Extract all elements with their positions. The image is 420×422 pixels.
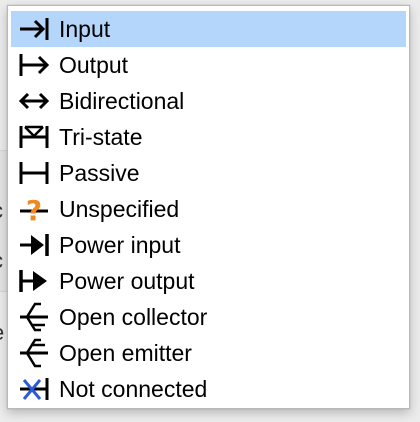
bidirectional-pin-icon [17, 84, 51, 118]
menu-item-output[interactable]: Output [11, 47, 406, 83]
passive-pin-icon [17, 156, 51, 190]
not-connected-pin-icon [17, 372, 51, 406]
menu-item-label: Bidirectional [59, 87, 185, 114]
menu-item-label: Open emitter [59, 339, 192, 366]
power-input-pin-icon [17, 228, 51, 262]
menu-item-label: Input [59, 15, 111, 42]
menu-item-label: Not connected [59, 375, 208, 402]
background-text-fragment: c [0, 250, 3, 272]
menu-item-open-collector[interactable]: Open collector [11, 299, 406, 335]
menu-item-label: Open collector [59, 303, 208, 330]
output-pin-icon [17, 48, 51, 82]
input-pin-icon [17, 12, 51, 46]
menu-item-tri-state[interactable]: Tri-state [11, 119, 406, 155]
open-emitter-pin-icon [17, 336, 51, 370]
open-collector-pin-icon [17, 300, 51, 334]
power-output-pin-icon [17, 264, 51, 298]
unspecified-pin-icon: ? [17, 192, 51, 226]
menu-item-label: Power output [59, 267, 195, 294]
menu-item-power-input[interactable]: Power input [11, 227, 406, 263]
menu-item-unspecified[interactable]: ? Unspecified [11, 191, 406, 227]
menu-item-not-connected[interactable]: Not connected [11, 371, 406, 407]
tristate-pin-icon [17, 120, 51, 154]
svg-text:?: ? [26, 194, 42, 226]
menu-item-label: Power input [59, 231, 181, 258]
menu-item-open-emitter[interactable]: Open emitter [11, 335, 406, 371]
menu-item-bidirectional[interactable]: Bidirectional [11, 83, 406, 119]
menu-item-input[interactable]: Input [11, 11, 406, 47]
pin-type-dropdown-menu: Input Output Bidirectional Tri-state Pas… [7, 5, 410, 409]
menu-item-label: Unspecified [59, 195, 180, 222]
menu-item-label: Tri-state [59, 123, 143, 150]
menu-item-label: Output [59, 51, 129, 78]
background-text-fragment: e [0, 322, 4, 344]
menu-item-passive[interactable]: Passive [11, 155, 406, 191]
menu-item-power-output[interactable]: Power output [11, 263, 406, 299]
background-text-fragment: c [0, 200, 3, 222]
menu-item-label: Passive [59, 159, 140, 186]
